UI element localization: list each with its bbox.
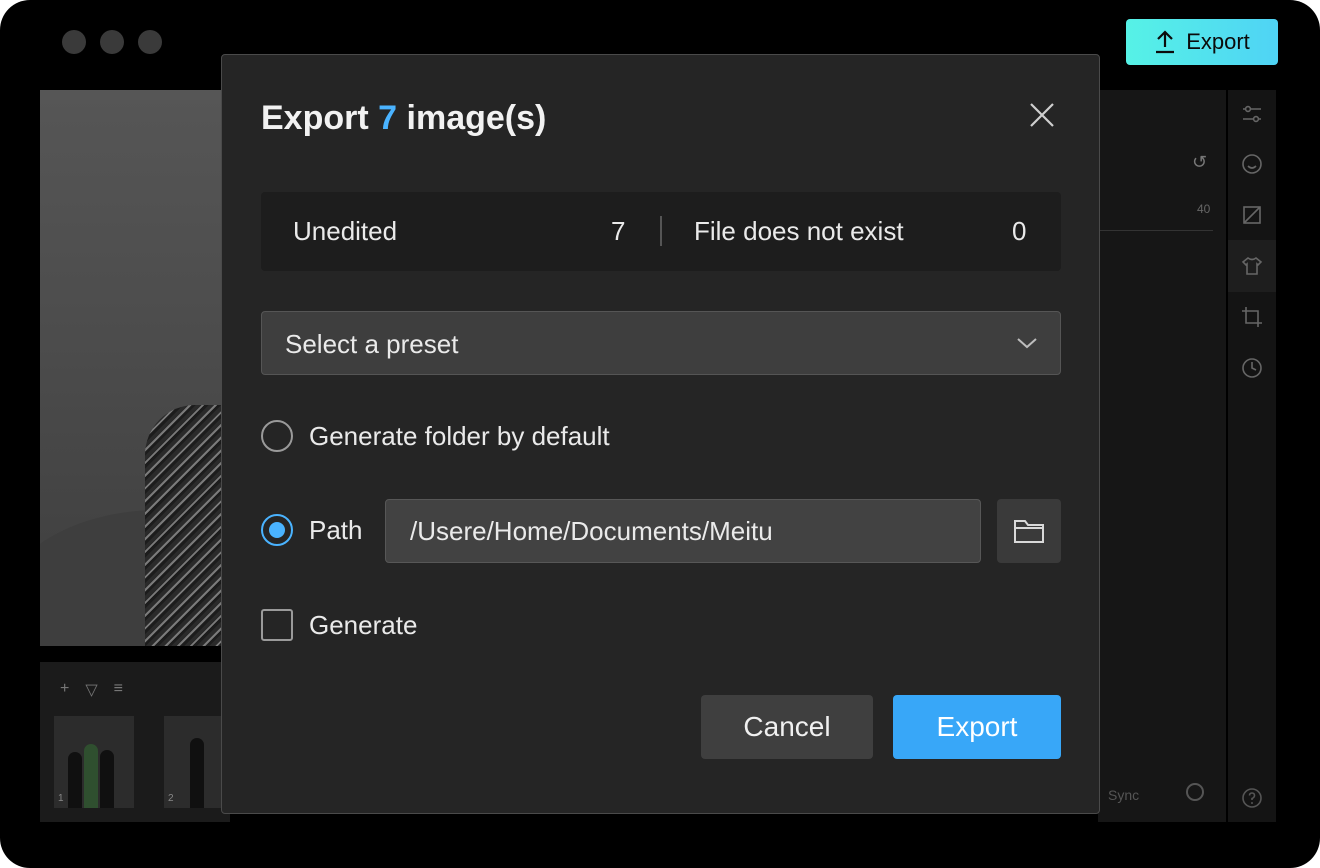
path-option[interactable]: Path (261, 514, 363, 546)
slider-value: 40 (1197, 202, 1211, 216)
folder-icon (1014, 520, 1044, 543)
unedited-label: Unedited (293, 216, 398, 246)
thumb-figure (68, 752, 82, 808)
title-suffix: image(s) (406, 99, 547, 137)
top-export-label: Export (1186, 29, 1250, 54)
exposure-icon[interactable] (1240, 203, 1264, 227)
add-icon[interactable]: + (60, 680, 69, 700)
face-icon[interactable] (1240, 152, 1264, 176)
tool-strip (1228, 90, 1276, 822)
cancel-button[interactable]: Cancel (701, 695, 873, 759)
preset-select[interactable]: Select a preset (261, 311, 1061, 375)
filmstrip-tools: + ▽ ≡ (60, 680, 123, 700)
photo-preview (40, 90, 230, 646)
close-icon[interactable] (1028, 101, 1056, 129)
sync-settings-icon[interactable] (1186, 783, 1204, 801)
adjust-sliders-icon[interactable] (1240, 102, 1264, 126)
thumbnail[interactable]: 1 (54, 716, 134, 808)
slider-track[interactable] (1098, 230, 1213, 231)
folder-default-label: Generate folder by default (309, 420, 610, 451)
folder-default-option[interactable]: Generate folder by default (261, 420, 610, 452)
close-window-dot[interactable] (62, 30, 86, 54)
missing-file-label: File does not exist (694, 216, 904, 246)
window-controls (62, 30, 162, 54)
missing-file-count: 0 (1012, 216, 1027, 246)
preset-select-value: Select a preset (285, 329, 459, 359)
path-radio[interactable] (261, 514, 293, 546)
export-button[interactable]: Export (893, 695, 1061, 759)
minimize-window-dot[interactable] (100, 30, 124, 54)
sync-label[interactable]: Sync (1108, 787, 1139, 803)
export-stats: Unedited 7 File does not exist 0 (261, 192, 1061, 271)
export-dialog: Export 7 image(s) Unedited 7 File does n… (221, 54, 1100, 814)
outfit-icon[interactable] (1240, 254, 1264, 278)
upload-icon (1156, 30, 1175, 54)
title-prefix: Export (261, 99, 369, 137)
maximize-window-dot[interactable] (138, 30, 162, 54)
unedited-count: 7 (611, 216, 626, 246)
sort-icon[interactable]: ≡ (114, 680, 123, 700)
adjustment-panel: ↺ 40 Sync (1098, 90, 1226, 822)
browse-folder-button[interactable] (997, 499, 1061, 563)
filmstrip: + ▽ ≡ 1 2 (40, 662, 244, 822)
title-count: 7 (378, 99, 398, 137)
crop-icon[interactable] (1240, 305, 1264, 329)
chevron-down-icon (1017, 338, 1037, 349)
generate-label: Generate (309, 609, 418, 640)
history-icon[interactable] (1240, 356, 1264, 380)
help-icon[interactable] (1240, 786, 1264, 810)
filter-icon[interactable]: ▽ (85, 680, 97, 700)
thumb-figure (190, 738, 204, 808)
generate-checkbox[interactable] (261, 609, 293, 641)
reset-icon[interactable]: ↺ (1192, 152, 1207, 173)
folder-default-radio[interactable] (261, 420, 293, 452)
thumbnail-index: 2 (168, 793, 174, 804)
top-export-button[interactable]: Export (1126, 19, 1278, 65)
generate-option[interactable]: Generate (261, 609, 417, 641)
thumbnail-index: 1 (58, 793, 64, 804)
photo-subject (145, 405, 230, 646)
thumb-figure (84, 744, 98, 808)
path-label: Path (309, 514, 363, 545)
path-input[interactable]: /Usere/Home/Documents/Meitu (385, 499, 981, 563)
thumb-figure (100, 750, 114, 808)
app-window: Export + ▽ ≡ 1 2 ↺ 40 Sync Export 7 imag… (0, 0, 1320, 868)
stats-divider (660, 216, 662, 246)
dialog-title: Export 7 image(s) (261, 99, 546, 138)
